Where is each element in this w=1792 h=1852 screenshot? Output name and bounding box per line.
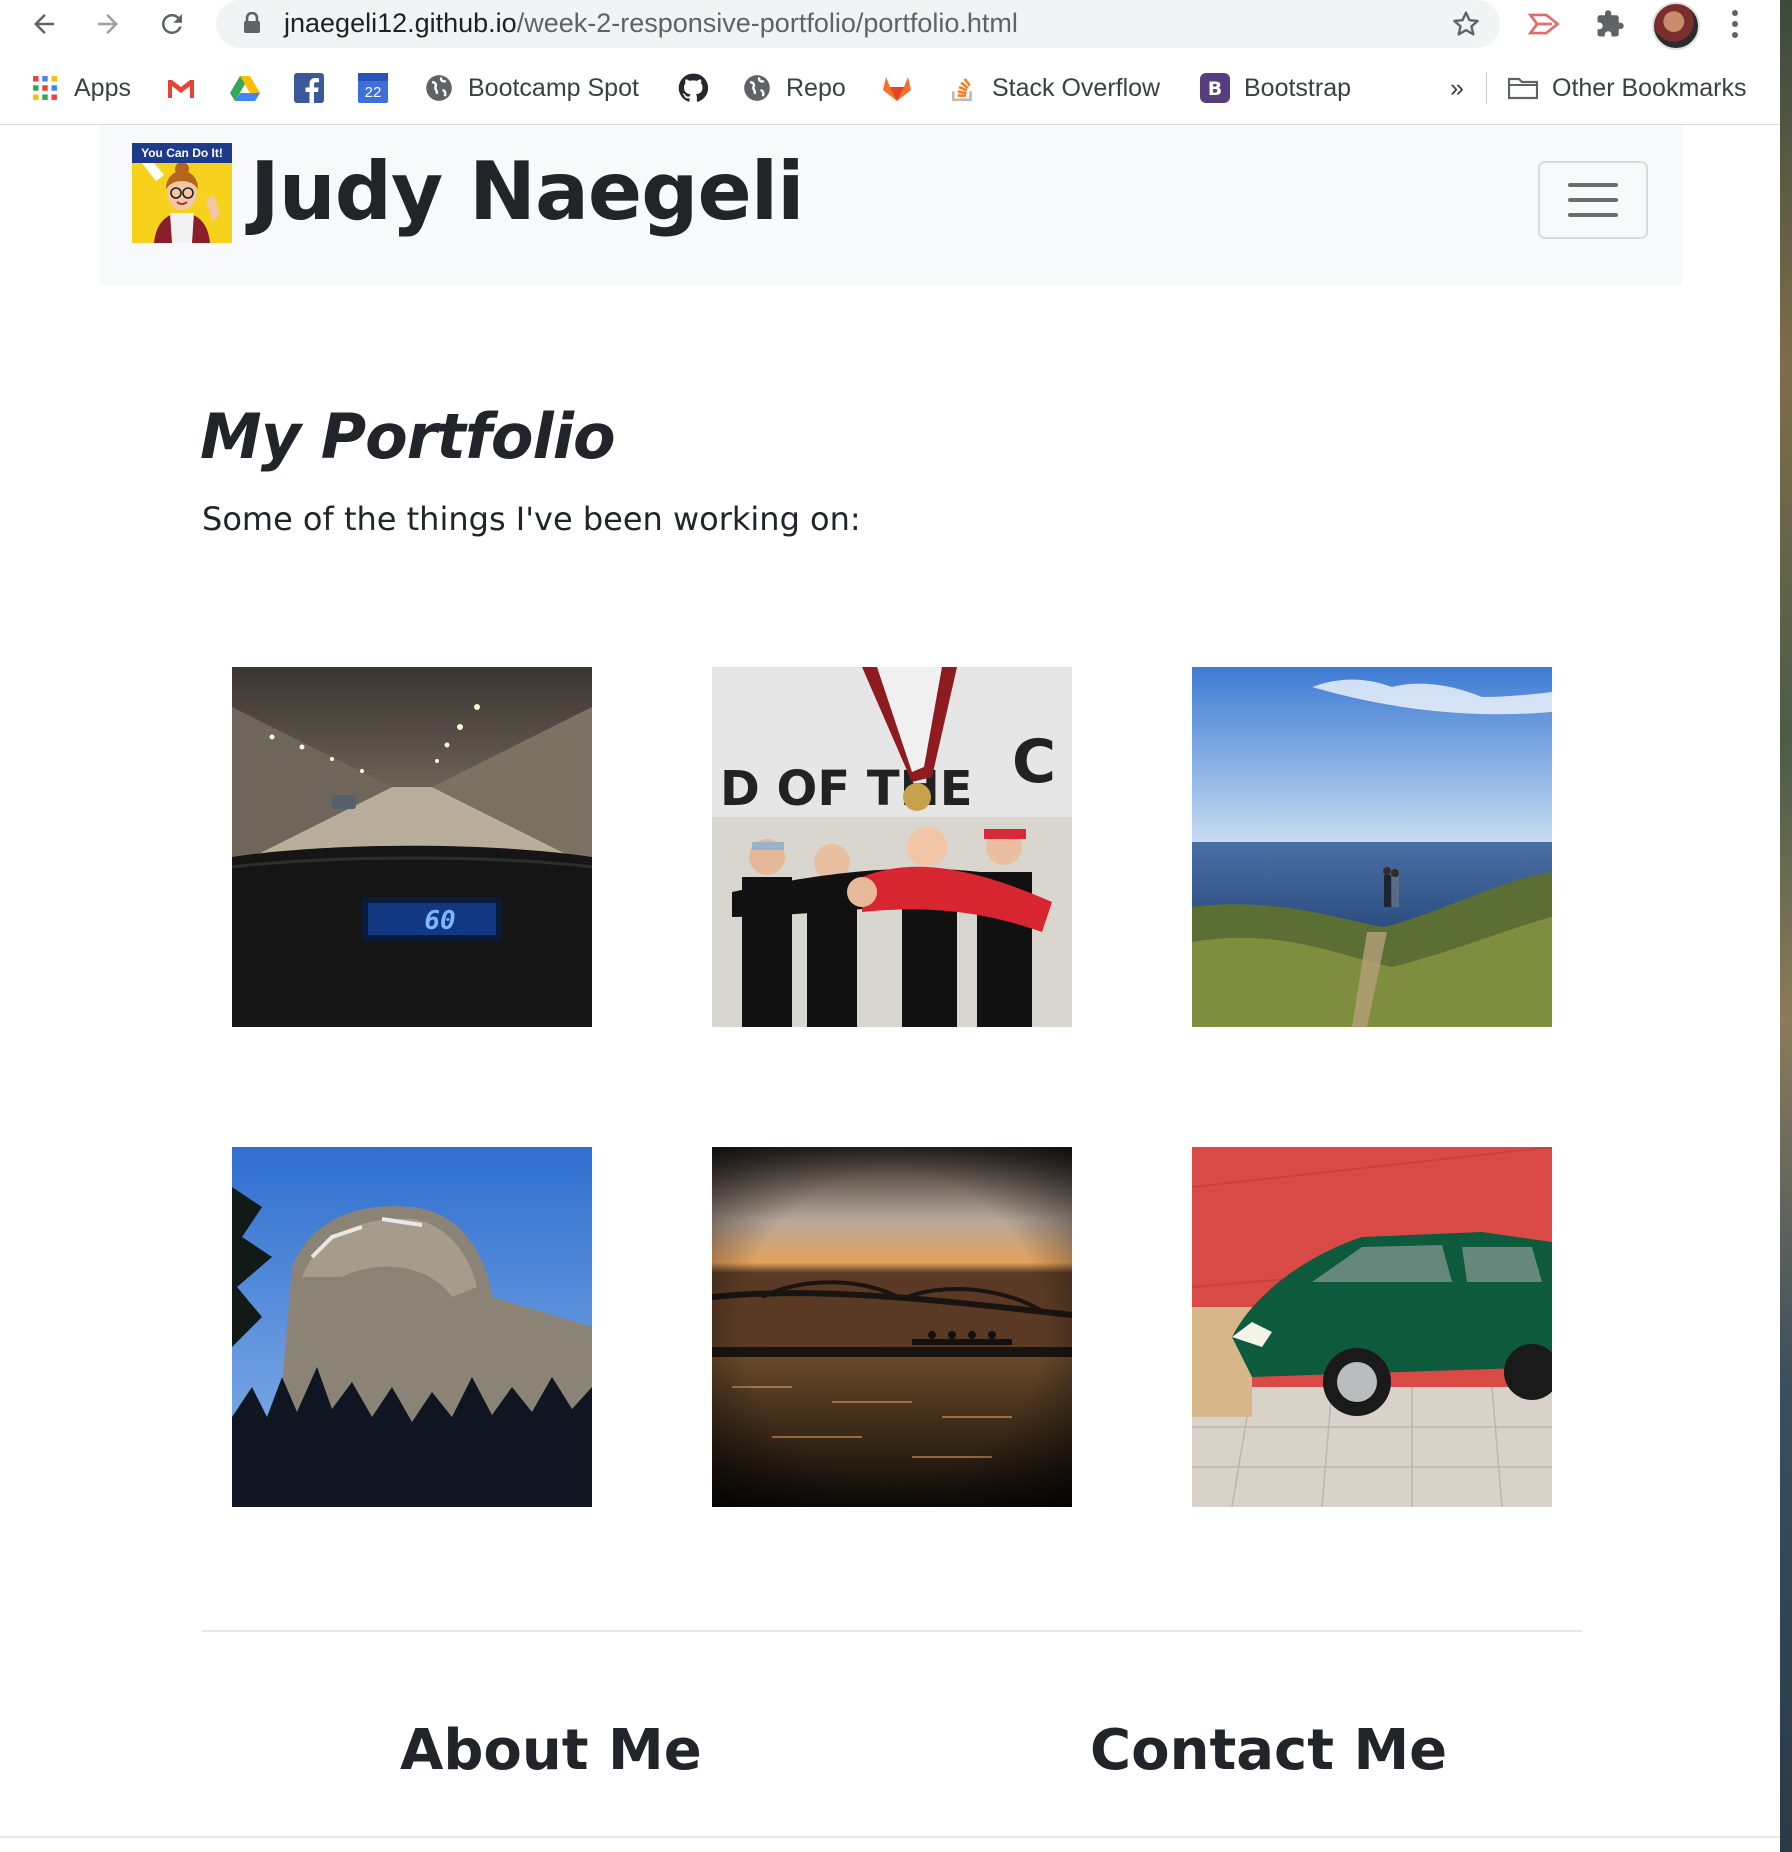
portfolio-image-tunnel-dashboard[interactable]: 60	[232, 667, 592, 1027]
logo-banner: You Can Do It!	[132, 143, 232, 163]
bootstrap-icon: B	[1200, 73, 1230, 103]
portfolio-image-green-car-red-wall[interactable]	[1192, 1147, 1552, 1507]
reload-button[interactable]	[152, 4, 192, 44]
speedometer-reading: 60	[424, 906, 455, 936]
back-button[interactable]	[24, 4, 64, 44]
bookmarks-separator	[1486, 72, 1487, 104]
bookmark-calendar[interactable]: 22	[358, 64, 388, 112]
brand-logo[interactable]: You Can Do It!	[132, 143, 232, 243]
globe-icon	[424, 73, 454, 103]
folder-icon	[1508, 73, 1538, 103]
puzzle-piece-icon	[1597, 10, 1624, 37]
reload-icon	[161, 13, 182, 34]
bookmark-apps[interactable]: Apps	[30, 64, 131, 112]
bitmoji-avatar-icon	[142, 163, 220, 243]
medal-banner-text: D OF THE	[720, 761, 973, 817]
bookmarks-overflow-button[interactable]: »	[1450, 64, 1464, 112]
bookmark-bootstrap-label: Bootstrap	[1244, 73, 1352, 102]
section-divider	[202, 1630, 1582, 1632]
lock-icon	[244, 12, 260, 33]
google-drive-icon	[230, 73, 260, 103]
other-bookmarks-label: Other Bookmarks	[1552, 73, 1747, 102]
gitlab-icon	[882, 73, 912, 103]
bookmarks-overflow-label: »	[1450, 73, 1464, 102]
hamburger-icon-bar	[1568, 213, 1618, 217]
bookmarks-bar: Apps 22 Bootcamp Spot Repo Stack Overflo…	[0, 64, 1780, 112]
apps-grid-icon	[30, 73, 60, 103]
url-path: /week-2-responsive-portfolio/portfolio.h…	[516, 8, 1018, 38]
bookmark-other-bookmarks[interactable]: Other Bookmarks	[1508, 64, 1747, 112]
extensions-button[interactable]	[1590, 4, 1630, 44]
cast-extension-icon	[1527, 13, 1560, 35]
bookmark-github[interactable]	[678, 64, 708, 112]
bookmark-google-drive[interactable]	[230, 64, 260, 112]
calendar-icon: 22	[358, 73, 388, 103]
forward-button[interactable]	[88, 4, 128, 44]
hamburger-icon-bar	[1568, 198, 1618, 202]
github-icon	[678, 73, 708, 103]
site-navbar: You Can Do It! Judy Naegeli	[100, 125, 1682, 285]
desktop-background-strip	[1780, 0, 1792, 1852]
globe-icon	[742, 73, 772, 103]
bookmark-gmail[interactable]	[166, 64, 196, 112]
bookmark-gitlab[interactable]	[882, 64, 912, 112]
bookmark-apps-label: Apps	[74, 73, 131, 102]
portfolio-image-rowing-team-medal[interactable]: D OF THE C	[712, 667, 1072, 1027]
gmail-icon	[166, 73, 196, 103]
portfolio-image-coastline-couple[interactable]	[1192, 667, 1552, 1027]
contact-me-heading[interactable]: Contact Me	[1090, 1718, 1447, 1783]
bookmark-bootcamp-spot[interactable]: Bootcamp Spot	[424, 64, 639, 112]
cast-extension-button[interactable]	[1524, 4, 1564, 44]
bookmark-facebook[interactable]	[294, 64, 324, 112]
browser-toolbar: jnaegeli12.github.io/week-2-responsive-p…	[0, 0, 1780, 125]
bookmark-repo[interactable]: Repo	[742, 64, 846, 112]
portfolio-image-half-dome-mountain[interactable]	[232, 1147, 592, 1507]
url-text: jnaegeli12.github.io/week-2-responsive-p…	[284, 8, 1018, 39]
navbar-toggler-button[interactable]	[1538, 161, 1648, 239]
brand-name[interactable]: Judy Naegeli	[250, 145, 805, 238]
kebab-menu-icon[interactable]	[1720, 6, 1750, 42]
back-arrow-icon	[34, 14, 54, 34]
address-bar[interactable]: jnaegeli12.github.io/week-2-responsive-p…	[216, 0, 1500, 48]
portfolio-image-sunset-bridge-rowing[interactable]	[712, 1147, 1072, 1507]
url-host: jnaegeli12.github.io	[284, 8, 517, 38]
bookmark-repo-label: Repo	[786, 73, 846, 102]
page-title: My Portfolio	[200, 400, 616, 473]
forward-arrow-icon	[98, 14, 118, 34]
footer-rule	[0, 1836, 1780, 1838]
calendar-date: 22	[364, 83, 382, 101]
about-me-heading[interactable]: About Me	[400, 1718, 702, 1783]
facebook-icon	[294, 73, 324, 103]
bookmark-stack-overflow-label: Stack Overflow	[992, 73, 1161, 102]
svg-text:B: B	[1208, 78, 1222, 100]
bookmark-star-icon[interactable]	[1450, 8, 1482, 40]
bookmark-bootcamp-spot-label: Bootcamp Spot	[468, 73, 639, 102]
stackoverflow-icon	[948, 73, 978, 103]
profile-avatar[interactable]	[1652, 2, 1700, 50]
bookmark-stack-overflow[interactable]: Stack Overflow	[948, 64, 1160, 112]
bookmark-bootstrap[interactable]: B Bootstrap	[1200, 64, 1351, 112]
medal-banner-letter: C	[1012, 727, 1056, 797]
page-subtitle: Some of the things I've been working on:	[202, 500, 861, 538]
hamburger-icon-bar	[1568, 183, 1618, 187]
